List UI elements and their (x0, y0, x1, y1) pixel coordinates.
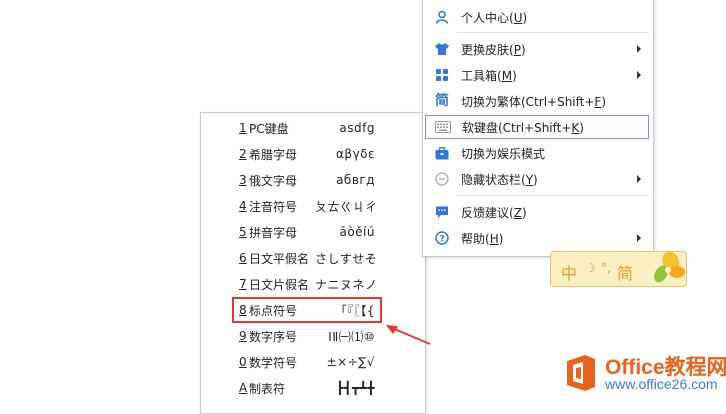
item-sample: αβγδε (336, 147, 375, 161)
menu-item-soft-keyboard[interactable]: 软键盘(Ctrl+Shift+K) (425, 115, 649, 139)
item-hotkey: 5 (239, 225, 247, 239)
help-icon: ? (434, 230, 450, 246)
menu-item-hide-status-bar[interactable]: 隐藏状态栏(Y) (423, 167, 651, 191)
menu-separator (457, 32, 649, 33)
item-sample: āòěíú (339, 225, 375, 239)
submenu-arrow-icon (637, 175, 641, 183)
office26-logo: Office教程网 www.office26.com (563, 351, 726, 396)
item-sample: ㄆㄊㄍㄐㄔ (315, 199, 378, 214)
ime-status-bar[interactable]: 中 ☽ °, 简 (550, 251, 687, 287)
punctuation-mode-icon[interactable]: °, (601, 261, 611, 275)
item-name: 日文片假名 (249, 277, 310, 292)
flower-decoration-icon (654, 251, 685, 283)
item-hotkey: 7 (239, 277, 247, 291)
soft-keyboard-item[interactable]: 5 拼音字母 āòěíú (201, 219, 425, 245)
item-name: 注音符号 (249, 199, 298, 214)
item-sample: абвгд (336, 173, 375, 187)
soft-keyboard-item[interactable]: 4 注音符号 ㄆㄊㄍㄐㄔ (201, 193, 425, 219)
submenu-arrow-icon (637, 234, 641, 242)
submenu-arrow-icon (637, 45, 641, 53)
item-name: 日文平假名 (249, 251, 310, 266)
item-name: 希腊字母 (249, 147, 298, 162)
punctuation-highlight-box (232, 297, 382, 323)
item-hotkey: 0 (239, 355, 247, 369)
item-name: PC键盘 (249, 121, 289, 136)
red-arrow-annotation (386, 325, 431, 345)
item-hotkey: 3 (239, 173, 247, 187)
soft-keyboard-item[interactable]: 7 日文片假名 ナニヌネノ (201, 271, 425, 297)
item-hotkey: 4 (239, 199, 247, 213)
item-sample: ⅠⅡ㈠⑴⑩ (328, 329, 375, 344)
menu-item-change-skin[interactable]: 更换皮肤(P) (423, 37, 651, 61)
chinese-mode-toggle[interactable]: 中 (561, 260, 577, 284)
soft-keyboard-submenu: 1 PC键盘 asdfg 2 希腊字母 αβγδε 3 俄文字母 абвгд 4… (200, 112, 426, 414)
shirt-icon (434, 41, 450, 57)
item-sample: asdfg (339, 121, 375, 135)
item-name: 数学符号 (249, 355, 298, 370)
soft-keyboard-item[interactable]: 6 日文平假名 さしすせそ (201, 245, 425, 271)
item-name: 拼音字母 (249, 225, 298, 240)
minus-circle-icon (434, 171, 450, 187)
half-width-moon-icon[interactable]: ☽ (585, 261, 596, 275)
simplified-toggle[interactable]: 简 (617, 260, 633, 284)
item-sample: さしすせそ (315, 251, 378, 266)
menu-item-personal-center[interactable]: 个人中心(U) (423, 5, 651, 29)
menu-item-switch-traditional[interactable]: 简 切换为繁体(Ctrl+Shift+F) (423, 89, 651, 113)
simplified-traditional-icon: 简 (435, 93, 449, 109)
logo-url: www.office26.com (605, 376, 718, 392)
menu-item-entertainment-mode[interactable]: 切换为娱乐模式 (423, 141, 651, 165)
office-logo-icon (567, 355, 595, 391)
item-name: 数字序号 (249, 329, 298, 344)
menu-item-feedback[interactable]: 反馈建议(Z) (423, 200, 651, 224)
keyboard-icon (435, 119, 451, 135)
soft-keyboard-item[interactable]: 0 数学符号 ±×÷∑√ (201, 349, 425, 375)
ime-context-menu: 个人中心(U) 更换皮肤(P) 工具箱(M) 简 切换为繁体(Ctrl+Shif… (422, 0, 654, 257)
menu-item-help[interactable]: ? 帮助(H) (423, 226, 651, 250)
item-hotkey: 6 (239, 251, 247, 265)
item-sample: ±×÷∑√ (326, 355, 375, 369)
user-icon (434, 9, 450, 25)
soft-keyboard-item[interactable]: 3 俄文字母 абвгд (201, 167, 425, 193)
soft-keyboard-item[interactable]: 1 PC键盘 asdfg (201, 115, 425, 141)
briefcase-icon (434, 145, 450, 161)
item-hotkey: 1 (239, 121, 247, 135)
item-hotkey: A (239, 381, 248, 395)
svg-text:?: ? (439, 235, 444, 245)
menu-separator (457, 195, 649, 196)
feedback-icon (434, 204, 450, 220)
item-sample: ナニヌネノ (315, 277, 378, 292)
menu-item-toolbox[interactable]: 工具箱(M) (423, 63, 651, 87)
soft-keyboard-item[interactable]: A 制表符 ┣┫┳┻╋ (201, 375, 425, 401)
soft-keyboard-item[interactable]: 2 希腊字母 αβγδε (201, 141, 425, 167)
item-name: 制表符 (249, 381, 286, 396)
item-hotkey: 2 (239, 147, 247, 161)
submenu-arrow-icon (637, 71, 641, 79)
item-hotkey: 9 (239, 329, 247, 343)
item-name: 俄文字母 (249, 173, 298, 188)
toolbox-grid-icon (434, 67, 450, 83)
item-sample: ┣┫┳┻╋ (336, 381, 375, 395)
